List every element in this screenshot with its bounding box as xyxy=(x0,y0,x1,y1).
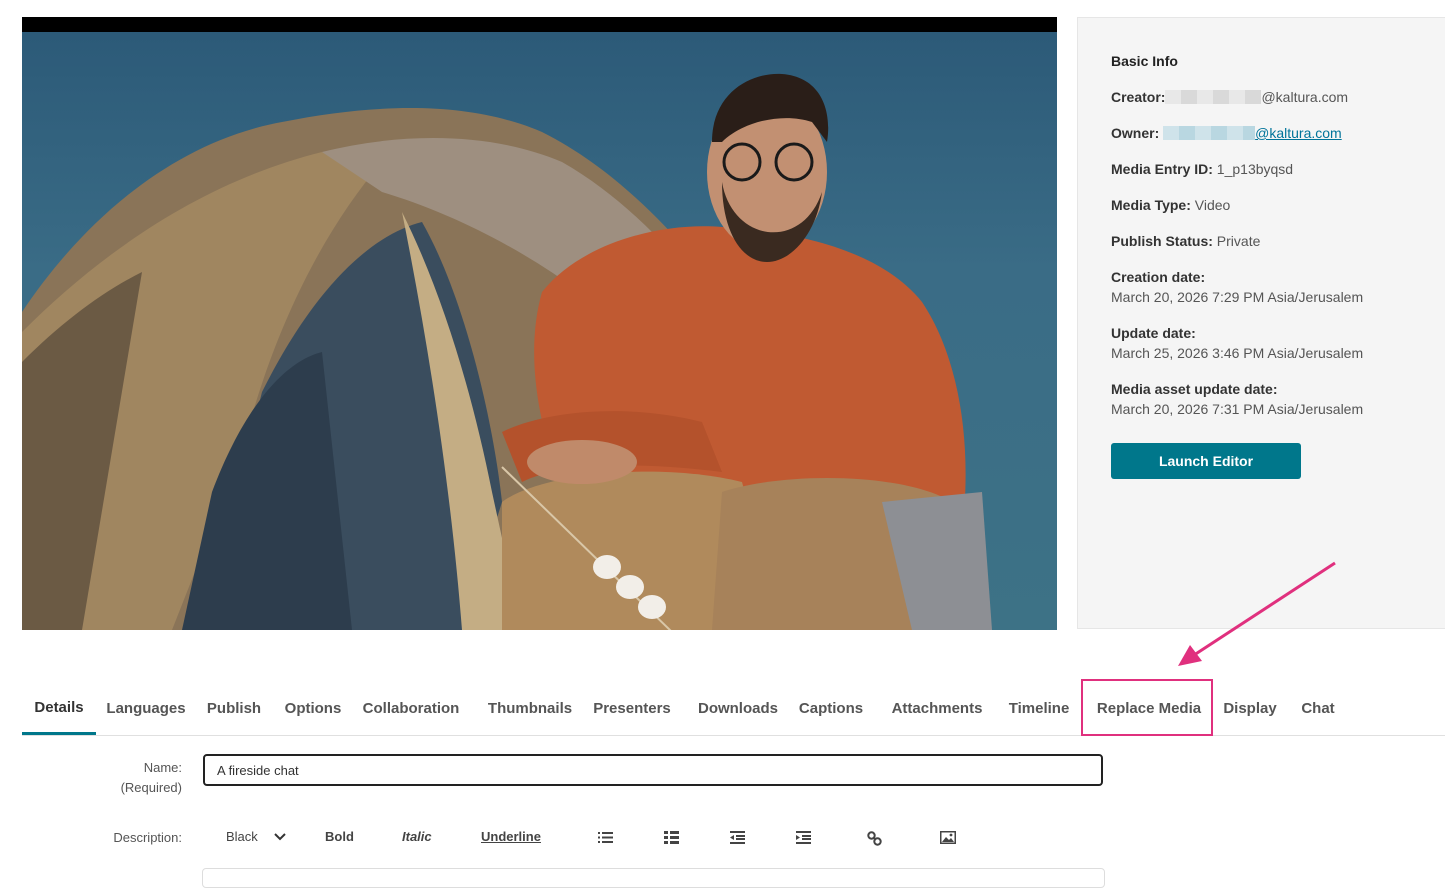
tab-display[interactable]: Display xyxy=(1216,682,1284,735)
media-type-label: Media Type: xyxy=(1111,197,1191,213)
launch-editor-button[interactable]: Launch Editor xyxy=(1111,443,1301,479)
creator-row: Creator: @kaltura.com xyxy=(1111,89,1348,105)
underline-button[interactable]: Underline xyxy=(481,829,541,844)
color-select-value: Black xyxy=(226,829,258,844)
annotation-arrow-icon xyxy=(1178,561,1336,666)
name-input[interactable] xyxy=(203,754,1103,786)
description-label: Description: xyxy=(113,830,182,845)
media-type-row: Media Type: Video xyxy=(1111,197,1230,213)
name-label: Name: xyxy=(143,760,182,775)
italic-button[interactable]: Italic xyxy=(402,829,432,844)
video-player[interactable] xyxy=(22,17,1057,630)
tab-downloads[interactable]: Downloads xyxy=(690,682,786,735)
tab-presenters[interactable]: Presenters xyxy=(588,682,676,735)
media-type-value: Video xyxy=(1194,197,1231,213)
creator-value: @kaltura.com xyxy=(1261,89,1349,105)
name-required-label: (Required) xyxy=(120,780,182,795)
tab-details[interactable]: Details xyxy=(22,682,96,735)
bullet-list-icon[interactable] xyxy=(598,831,613,844)
tab-thumbnails[interactable]: Thumbnails xyxy=(480,682,580,735)
link-icon[interactable] xyxy=(867,831,882,846)
numbered-list-icon[interactable] xyxy=(664,831,679,844)
entry-id-row: Media Entry ID: 1_p13byqsd xyxy=(1111,161,1293,177)
chevron-down-icon xyxy=(274,832,286,840)
owner-link[interactable]: @kaltura.com xyxy=(1255,125,1342,141)
entry-id-label: Media Entry ID: xyxy=(1111,161,1213,177)
entry-id-value: 1_p13byqsd xyxy=(1216,161,1294,177)
tab-languages[interactable]: Languages xyxy=(100,682,192,735)
video-still xyxy=(22,73,992,630)
redacted-name xyxy=(1165,90,1262,104)
publish-status-value: Private xyxy=(1216,233,1261,249)
basic-info-panel: Basic Info Creator: @kaltura.com Owner: @… xyxy=(1077,17,1445,629)
creator-label: Creator: xyxy=(1111,89,1166,105)
tab-collaboration[interactable]: Collaboration xyxy=(358,682,464,735)
asset-update-date-label: Media asset update date: xyxy=(1111,381,1278,397)
outdent-icon[interactable] xyxy=(730,831,745,844)
replace-media-highlight xyxy=(1081,679,1213,736)
tab-timeline[interactable]: Timeline xyxy=(1000,682,1078,735)
image-icon[interactable] xyxy=(940,831,956,844)
description-editor[interactable] xyxy=(202,868,1105,888)
update-date-label: Update date: xyxy=(1111,325,1196,341)
tab-bar: Details Languages Publish Options Collaborat… xyxy=(22,682,1445,736)
asset-update-date-value: March 20, 2026 7:31 PM Asia/Jerusalem xyxy=(1111,401,1364,417)
owner-label: Owner: xyxy=(1111,125,1160,141)
tab-publish[interactable]: Publish xyxy=(200,682,268,735)
publish-status-label: Publish Status: xyxy=(1111,233,1213,249)
color-select[interactable]: Black xyxy=(226,829,286,844)
indent-icon[interactable] xyxy=(796,831,811,844)
creation-date-label: Creation date: xyxy=(1111,269,1206,285)
creation-date-value: March 20, 2026 7:29 PM Asia/Jerusalem xyxy=(1111,289,1364,305)
tab-options[interactable]: Options xyxy=(276,682,350,735)
tab-captions[interactable]: Captions xyxy=(794,682,868,735)
video-frame[interactable] xyxy=(22,32,1057,630)
tab-attachments[interactable]: Attachments xyxy=(882,682,992,735)
tab-chat[interactable]: Chat xyxy=(1290,682,1346,735)
update-date-value: March 25, 2026 3:46 PM Asia/Jerusalem xyxy=(1111,345,1364,361)
owner-row: Owner: @kaltura.com xyxy=(1111,125,1342,141)
redacted-owner[interactable] xyxy=(1163,126,1256,140)
publish-status-row: Publish Status: Private xyxy=(1111,233,1260,249)
basic-info-title: Basic Info xyxy=(1111,53,1178,69)
bold-button[interactable]: Bold xyxy=(325,829,354,844)
